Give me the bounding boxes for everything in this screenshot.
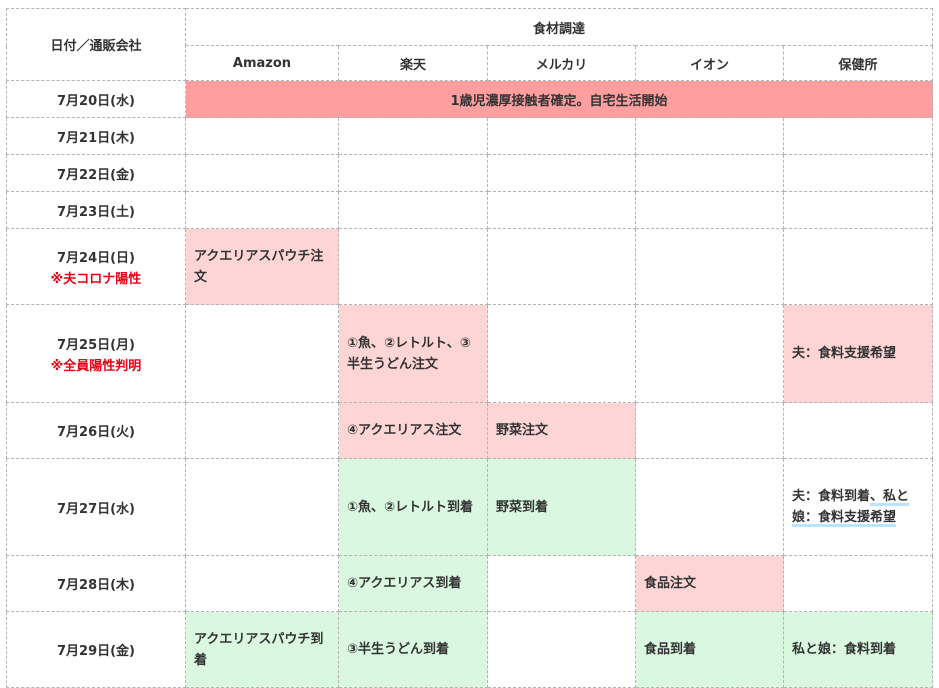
cell-aeon: 食品注文 (635, 555, 784, 612)
cell-mercari (487, 555, 636, 612)
cell-mercari (487, 191, 636, 229)
date-cell: 7月26日(火) (6, 402, 186, 459)
cell-aeon (635, 154, 784, 192)
date-label: 7月24日(日) (56, 250, 136, 266)
cell-amazon (185, 117, 339, 155)
date-cell: 7月25日(月) ※全員陽性判明 (6, 304, 186, 403)
cell-aeon (635, 402, 784, 459)
cell-aeon (635, 458, 784, 556)
cell-rakuten: ①魚、②レトルト到着 (338, 458, 488, 556)
date-label: 7月21日(木) (56, 130, 136, 146)
vendor-header-mercari: メルカリ (487, 45, 636, 81)
cell-rakuten (338, 154, 488, 192)
cell-rakuten: ①魚、②レトルト、③半生うどん注文 (338, 304, 488, 403)
date-cell: 7月21日(木) (6, 117, 186, 155)
cell-mercari (487, 304, 636, 403)
table-row: 7月28日(木) ④アクエリアス到着 食品注文 (6, 555, 934, 612)
cell-rakuten (338, 117, 488, 155)
cell-hokenjo (782, 191, 934, 229)
cell-aeon (635, 304, 784, 403)
cell-hokenjo (782, 154, 934, 192)
event-banner: 1歳児濃厚接触者確定。自宅生活開始 (184, 80, 934, 118)
date-cell: 7月29日(金) (6, 611, 186, 688)
date-cell: 7月27日(水) (6, 458, 186, 556)
cell-rakuten: ④アクエリアス注文 (338, 402, 488, 459)
cell-hokenjo: 私と娘：食料到着 (782, 611, 934, 688)
table-row: 7月26日(火) ④アクエリアス注文 野菜注文 (6, 402, 934, 459)
table-row: 7月20日(水) 1歳児濃厚接触者確定。自宅生活開始 (6, 80, 934, 118)
cell-hokenjo (782, 117, 934, 155)
date-label: 7月20日(水) (56, 93, 136, 109)
cell-rakuten (338, 191, 488, 229)
cell-rakuten (338, 228, 488, 305)
cell-mercari (487, 228, 636, 305)
food-procurement-table: 日付／通販会社 食材調達 Amazon 楽天 メルカリ イオン 保健所 7月20… (6, 8, 934, 688)
cell-amazon (185, 304, 339, 403)
date-cell: 7月22日(金) (6, 154, 186, 192)
status-note: ※全員陽性判明 (50, 358, 142, 374)
cell-amazon (185, 458, 339, 556)
table-row: 7月29日(金) アクエリアスパウチ到着 ③半生うどん到着 食品到着 私と娘：食… (6, 611, 934, 688)
cell-mercari (487, 117, 636, 155)
date-cell: 7月24日(日) ※夫コロナ陽性 (6, 228, 186, 305)
header-row-1: 日付／通販会社 食材調達 (6, 8, 934, 81)
cell-amazon: アクエリアスパウチ到着 (185, 611, 339, 688)
cell-amazon (185, 154, 339, 192)
date-cell: 7月28日(木) (6, 555, 186, 612)
date-label: 7月25日(月) (56, 337, 136, 353)
table-row: 7月21日(木) (6, 117, 934, 155)
cell-amazon (185, 191, 339, 229)
table-row: 7月23日(土) (6, 191, 934, 229)
cell-mercari: 野菜注文 (487, 402, 636, 459)
cell-aeon (635, 228, 784, 305)
procurement-group-header: 食材調達 (184, 8, 934, 46)
date-label: 7月27日(水) (56, 501, 136, 517)
table-row: 7月27日(水) ①魚、②レトルト到着 野菜到着 夫：食料到着、私と娘：食料支援… (6, 458, 934, 556)
hokenjo-arrival-text: 夫：食料到着 (792, 489, 871, 504)
date-cell: 7月20日(水) (6, 80, 186, 118)
date-label: 7月28日(木) (56, 578, 136, 593)
cell-amazon (185, 402, 339, 459)
date-label: 7月23日(土) (56, 204, 136, 220)
vendor-header-aeon: イオン (635, 45, 784, 81)
cell-hokenjo (782, 402, 934, 459)
cell-aeon (635, 191, 784, 229)
cell-mercari: 野菜到着 (487, 458, 636, 556)
cell-amazon (185, 555, 339, 612)
cell-aeon (635, 117, 784, 155)
vendor-header-hokenjo: 保健所 (782, 45, 934, 81)
cell-amazon: アクエリアスパウチ注文 (185, 228, 339, 305)
cell-mercari (487, 154, 636, 192)
date-column-header: 日付／通販会社 (6, 8, 186, 81)
table-row: 7月24日(日) ※夫コロナ陽性 アクエリアスパウチ注文 (6, 228, 934, 305)
cell-hokenjo: 夫：食料支援希望 (782, 304, 934, 403)
table-row: 7月22日(金) (6, 154, 934, 192)
cell-rakuten: ③半生うどん到着 (338, 611, 488, 688)
vendor-header-rakuten: 楽天 (338, 45, 488, 81)
cell-hokenjo (782, 555, 934, 612)
date-label: 7月22日(金) (56, 167, 136, 183)
status-note: ※夫コロナ陽性 (50, 271, 142, 287)
table-row: 7月25日(月) ※全員陽性判明 ①魚、②レトルト、③半生うどん注文 夫：食料支… (6, 304, 934, 403)
vendor-header-amazon: Amazon (185, 45, 339, 81)
cell-aeon: 食品到着 (635, 611, 784, 688)
cell-mercari (487, 611, 636, 688)
date-label: 7月26日(火) (56, 425, 136, 440)
cell-hokenjo (782, 228, 934, 305)
cell-rakuten: ④アクエリアス到着 (338, 555, 488, 612)
cell-hokenjo: 夫：食料到着、私と娘：食料支援希望 (782, 458, 934, 556)
date-cell: 7月23日(土) (6, 191, 186, 229)
date-label: 7月29日(金) (56, 644, 136, 659)
